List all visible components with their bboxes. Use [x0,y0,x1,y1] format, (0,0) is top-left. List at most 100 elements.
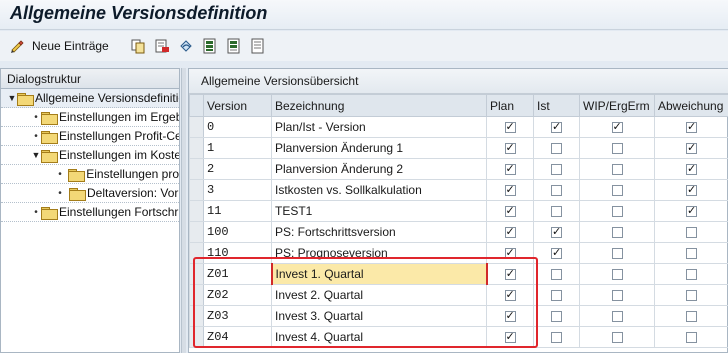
plan-checkbox[interactable] [504,246,516,260]
wip-checkbox[interactable] [611,185,623,197]
panel-splitter[interactable] [181,68,186,353]
ist-checkbox[interactable] [551,290,562,302]
plan-checkbox[interactable] [504,309,516,323]
expand-triangle-icon[interactable]: ▼ [7,93,17,103]
abw-checkbox[interactable] [686,269,697,281]
row-selector-button[interactable] [189,200,204,222]
tree-item-settings-per-fiscal-year[interactable]: • Einstellungen pro [1,165,179,184]
ist-checkbox[interactable] [551,206,562,218]
plan-checkbox[interactable] [504,204,516,218]
wip-checkbox[interactable] [611,311,623,323]
abw-checkbox[interactable] [686,204,697,218]
wip-checkbox[interactable] [611,143,623,155]
abw-checkbox[interactable] [686,290,697,302]
abw-checkbox[interactable] [686,162,697,176]
ist-checkbox[interactable] [551,246,562,260]
abw-checkbox[interactable] [686,248,697,260]
tree-item-settings-progress-analysis[interactable]: • Einstellungen Fortschrittsanalyse [1,203,179,222]
version-cell[interactable]: 11 [203,200,272,222]
version-cell[interactable]: Z04 [203,326,272,348]
plan-checkbox[interactable] [504,225,516,239]
delete-button[interactable] [154,37,170,55]
table-row[interactable]: Z01 Invest 1. Quartal [189,263,728,285]
plan-checkbox[interactable] [504,183,516,197]
wip-checkbox[interactable] [611,248,623,260]
plan-checkbox[interactable] [504,120,516,134]
plan-checkbox[interactable] [504,267,516,281]
row-selector-button[interactable] [189,116,204,138]
description-cell[interactable]: PS: Prognoseversion [271,242,487,264]
table-row[interactable]: 0 Plan/Ist - Version [189,116,728,138]
table-row[interactable]: 100 PS: Fortschrittsversion [189,221,728,243]
wip-checkbox[interactable] [611,164,623,176]
abw-checkbox[interactable] [686,183,697,197]
plan-checkbox[interactable] [504,288,516,302]
table-row[interactable]: 3 Istkosten vs. Sollkalkulation [189,179,728,201]
new-entries-button[interactable]: Neue Einträge [10,37,109,55]
description-cell[interactable]: Invest 4. Quartal [271,326,487,348]
row-selector-button[interactable] [189,242,204,264]
version-cell[interactable]: 1 [203,137,272,159]
select-all-rows-button[interactable] [189,94,204,117]
version-cell[interactable]: 0 [203,116,272,138]
description-cell[interactable]: TEST1 [271,200,487,222]
column-header-plan[interactable]: Plan [486,94,534,117]
tree-item-settings-controlling-area[interactable]: ▼ Einstellungen im Kostenrechnungskreis [1,146,179,165]
ist-checkbox[interactable] [551,332,562,344]
wip-checkbox[interactable] [611,269,623,281]
row-selector-button[interactable] [189,326,204,348]
column-header-variance[interactable]: Abweichung [654,94,728,117]
version-cell[interactable]: 110 [203,242,272,264]
copy-as-button[interactable] [130,37,146,55]
ist-checkbox[interactable] [551,311,562,323]
column-header-actual[interactable]: Ist [533,94,580,117]
description-cell[interactable]: Planversion Änderung 2 [271,158,487,180]
ist-checkbox[interactable] [551,143,562,155]
undo-change-button[interactable] [178,37,194,55]
table-row[interactable]: Z03 Invest 3. Quartal [189,305,728,327]
wip-checkbox[interactable] [611,290,623,302]
plan-checkbox[interactable] [504,330,516,344]
ist-checkbox[interactable] [551,164,562,176]
version-cell[interactable]: Z01 [203,263,272,285]
select-all-button[interactable] [202,37,218,55]
ist-checkbox[interactable] [551,225,562,239]
ist-checkbox[interactable] [551,269,562,281]
row-selector-button[interactable] [189,137,204,159]
version-cell[interactable]: Z02 [203,284,272,306]
table-row[interactable]: Z04 Invest 4. Quartal [189,326,728,348]
wip-checkbox[interactable] [611,206,623,218]
column-header-description[interactable]: Bezeichnung [271,94,487,117]
abw-checkbox[interactable] [686,227,697,239]
plan-checkbox[interactable] [504,141,516,155]
description-cell[interactable]: Invest 2. Quartal [271,284,487,306]
version-cell[interactable]: 3 [203,179,272,201]
row-selector-button[interactable] [189,263,204,285]
tree-item-general-version-definition[interactable]: ▼ Allgemeine Versionsdefinition [1,89,179,108]
column-header-wip[interactable]: WIP/ErgErm [579,94,655,117]
abw-checkbox[interactable] [686,332,697,344]
row-selector-button[interactable] [189,284,204,306]
table-row[interactable]: Z02 Invest 2. Quartal [189,284,728,306]
description-cell[interactable]: Invest 3. Quartal [271,305,487,327]
tree-item-delta-version[interactable]: • Deltaversion: Vor [1,184,179,203]
table-row[interactable]: 11 TEST1 [189,200,728,222]
tree-item-settings-profitability[interactable]: • Einstellungen im Ergebnisbereich [1,108,179,127]
version-cell[interactable]: 100 [203,221,272,243]
version-cell[interactable]: 2 [203,158,272,180]
description-cell[interactable]: Planversion Änderung 1 [271,137,487,159]
row-selector-button[interactable] [189,221,204,243]
deselect-all-button[interactable] [250,37,266,55]
wip-checkbox[interactable] [611,227,623,239]
column-header-version[interactable]: Version [203,94,272,117]
abw-checkbox[interactable] [686,311,697,323]
expand-triangle-icon[interactable]: ▼ [31,150,41,160]
table-row[interactable]: 1 Planversion Änderung 1 [189,137,728,159]
table-row[interactable]: 110 PS: Prognoseversion [189,242,728,264]
tree-item-settings-profit-center[interactable]: • Einstellungen Profit-Center [1,127,179,146]
abw-checkbox[interactable] [686,120,697,134]
ist-checkbox[interactable] [551,120,562,134]
abw-checkbox[interactable] [686,141,697,155]
ist-checkbox[interactable] [551,185,562,197]
table-row[interactable]: 2 Planversion Änderung 2 [189,158,728,180]
